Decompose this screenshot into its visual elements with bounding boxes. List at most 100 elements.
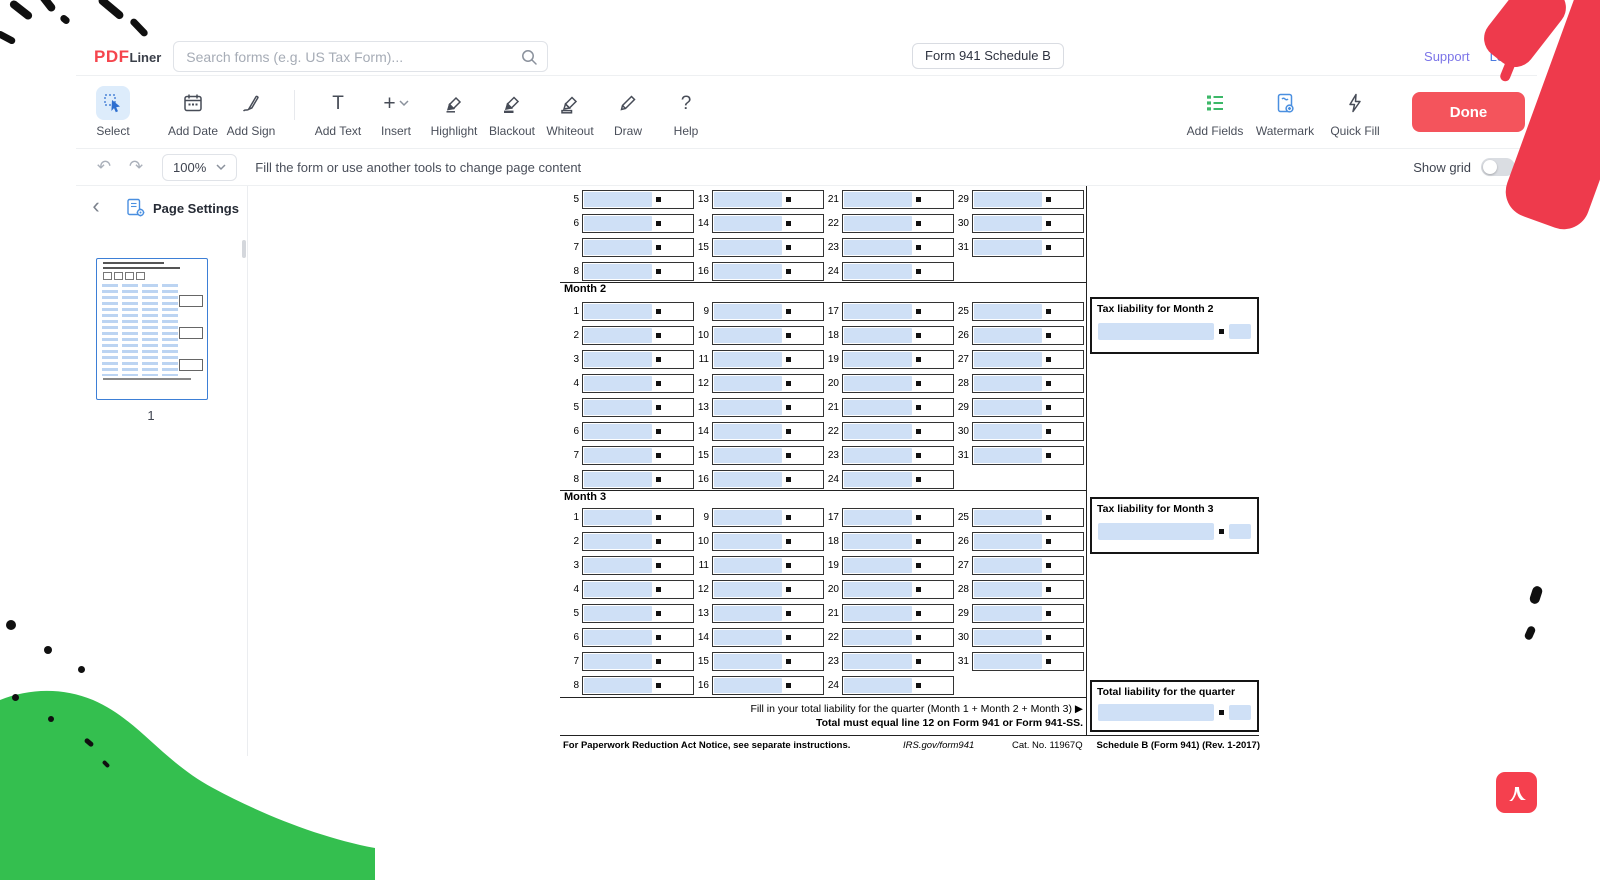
day-amount-field[interactable] bbox=[844, 606, 912, 621]
day-amount-field[interactable] bbox=[584, 654, 652, 669]
day-amount-field[interactable] bbox=[584, 582, 652, 597]
day-7-group: 7 bbox=[564, 652, 694, 671]
app-header: PDFLiner Form 941 Schedule B Support Log… bbox=[76, 38, 1537, 76]
decimal-dot bbox=[656, 587, 661, 592]
day-amount-field[interactable] bbox=[714, 582, 782, 597]
total-cents-input[interactable] bbox=[1229, 705, 1251, 720]
thumb-line bbox=[103, 378, 191, 380]
day-21-group: 21 bbox=[824, 604, 954, 623]
day-amount-field[interactable] bbox=[714, 630, 782, 645]
day-amount-field[interactable] bbox=[974, 606, 1042, 621]
day-30-group: 30 bbox=[954, 628, 1084, 647]
month-3-grid: 1917252101826311192741220285132129614223… bbox=[520, 186, 1304, 756]
day-amount-field[interactable] bbox=[714, 558, 782, 573]
collapse-sidebar-icon[interactable]: ‹ bbox=[86, 194, 106, 218]
page-settings-button[interactable]: Page Settings bbox=[126, 198, 239, 218]
day-number: 15 bbox=[694, 652, 712, 671]
insert-button[interactable]: + Insert bbox=[367, 86, 425, 138]
day-amount-field[interactable] bbox=[714, 678, 782, 693]
day-number: 2 bbox=[564, 532, 582, 551]
day-amount-field[interactable] bbox=[584, 510, 652, 525]
day-amount-cell bbox=[712, 580, 824, 599]
add-fields-button[interactable]: Add Fields bbox=[1180, 86, 1250, 138]
day-amount-field[interactable] bbox=[974, 534, 1042, 549]
decimal-dot bbox=[656, 563, 661, 568]
help-button[interactable]: ? Help bbox=[657, 86, 715, 138]
quick-fill-button[interactable]: Quick Fill bbox=[1320, 86, 1390, 138]
day-number: 3 bbox=[564, 556, 582, 575]
question-mark-icon: ? bbox=[669, 86, 703, 120]
highlight-button[interactable]: Highlight bbox=[425, 86, 483, 138]
hint-text: Fill the form or use another tools to ch… bbox=[255, 160, 581, 175]
add-text-button[interactable]: T Add Text bbox=[309, 86, 367, 138]
document-canvas: 51321296142230715233181624 Month 2 19172… bbox=[248, 186, 1537, 756]
day-amount-field[interactable] bbox=[974, 654, 1042, 669]
day-amount-field[interactable] bbox=[584, 630, 652, 645]
day-amount-field[interactable] bbox=[844, 510, 912, 525]
day-amount-field[interactable] bbox=[844, 654, 912, 669]
day-number: 12 bbox=[694, 580, 712, 599]
paperwork-notice: For Paperwork Reduction Act Notice, see … bbox=[563, 740, 850, 751]
section-line bbox=[560, 697, 1087, 698]
support-link[interactable]: Support bbox=[1424, 49, 1470, 64]
month-3-tax-cents-input[interactable] bbox=[1229, 524, 1251, 539]
page-thumbnail[interactable] bbox=[96, 258, 208, 400]
day-entry-row: 2101826 bbox=[564, 532, 1086, 551]
watermark-button[interactable]: Watermark bbox=[1250, 86, 1320, 138]
pdfliner-app: PDFLiner Form 941 Schedule B Support Log… bbox=[76, 38, 1537, 756]
day-amount-field[interactable] bbox=[974, 558, 1042, 573]
workspace: ‹ Page Settings bbox=[76, 186, 1537, 756]
form-footer: For Paperwork Reduction Act Notice, see … bbox=[520, 740, 1260, 754]
tax-liability-month-3-box: Tax liability for Month 3 bbox=[1090, 497, 1259, 554]
select-tool-button[interactable]: Select bbox=[90, 86, 136, 138]
decimal-dot bbox=[1046, 587, 1051, 592]
day-29-group: 29 bbox=[954, 604, 1084, 623]
day-amount-cell bbox=[972, 556, 1084, 575]
tool-label: Highlight bbox=[431, 124, 478, 138]
decimal-dot bbox=[656, 659, 661, 664]
day-amount-field[interactable] bbox=[974, 630, 1042, 645]
day-amount-field[interactable] bbox=[844, 558, 912, 573]
day-amount-field[interactable] bbox=[844, 630, 912, 645]
done-button[interactable]: Done bbox=[1412, 92, 1525, 132]
day-number: 4 bbox=[564, 580, 582, 599]
day-number: 11 bbox=[694, 556, 712, 575]
decimal-dot bbox=[1219, 529, 1224, 534]
add-date-button[interactable]: Add Date bbox=[164, 86, 222, 138]
sidebar-scrollbar[interactable] bbox=[242, 240, 246, 258]
day-amount-field[interactable] bbox=[584, 534, 652, 549]
day-amount-field[interactable] bbox=[714, 510, 782, 525]
day-amount-field[interactable] bbox=[714, 606, 782, 621]
redo-icon[interactable]: ↷ bbox=[124, 155, 148, 179]
day-amount-field[interactable] bbox=[844, 582, 912, 597]
day-amount-field[interactable] bbox=[584, 558, 652, 573]
total-dollars-input[interactable] bbox=[1098, 704, 1214, 721]
day-amount-field[interactable] bbox=[974, 510, 1042, 525]
undo-icon[interactable]: ↶ bbox=[92, 155, 116, 179]
zoom-value: 100% bbox=[173, 160, 206, 175]
day-amount-field[interactable] bbox=[584, 606, 652, 621]
blackout-button[interactable]: Blackout bbox=[483, 86, 541, 138]
day-amount-field[interactable] bbox=[974, 582, 1042, 597]
day-amount-field[interactable] bbox=[714, 654, 782, 669]
irs-url: IRS.gov/form941 bbox=[903, 740, 974, 751]
day-number: 19 bbox=[824, 556, 842, 575]
day-number: 26 bbox=[954, 532, 972, 551]
tool-label: Quick Fill bbox=[1330, 124, 1379, 138]
form-941-schedule-b-page: 51321296142230715233181624 Month 2 19172… bbox=[520, 186, 1304, 756]
day-entry-row: 6142230 bbox=[564, 628, 1086, 647]
search-input[interactable] bbox=[173, 41, 548, 72]
decimal-dot bbox=[786, 587, 791, 592]
day-amount-cell bbox=[842, 628, 954, 647]
day-amount-field[interactable] bbox=[584, 678, 652, 693]
zoom-select[interactable]: 100% bbox=[162, 154, 237, 181]
whiteout-button[interactable]: Whiteout bbox=[541, 86, 599, 138]
brush-stroke-icon bbox=[8, 0, 33, 21]
day-amount-field[interactable] bbox=[714, 534, 782, 549]
day-amount-field[interactable] bbox=[844, 678, 912, 693]
add-sign-button[interactable]: Add Sign bbox=[222, 86, 280, 138]
draw-button[interactable]: Draw bbox=[599, 86, 657, 138]
month-3-tax-dollars-input[interactable] bbox=[1098, 523, 1214, 540]
pdfliner-logo[interactable]: PDFLiner bbox=[94, 47, 161, 67]
day-amount-field[interactable] bbox=[844, 534, 912, 549]
